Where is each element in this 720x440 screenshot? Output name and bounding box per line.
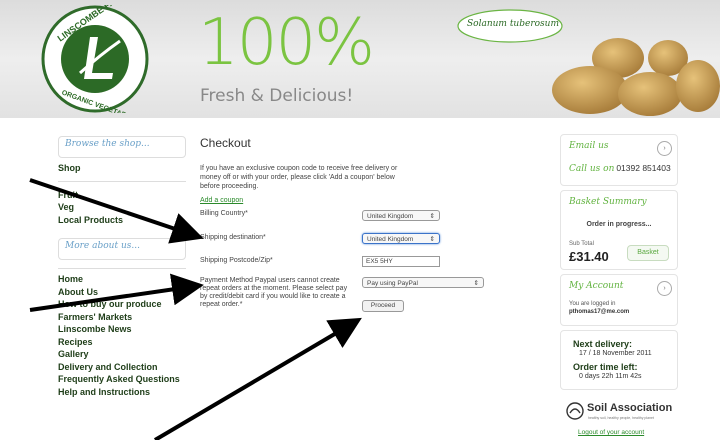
postcode-label: Shipping Postcode/Zip* — [200, 257, 273, 264]
subtotal-label: Sub Total — [569, 241, 594, 247]
email-arrow-icon[interactable]: › — [657, 141, 672, 156]
basket-summary-box: Basket Summary Order in progress... Sub … — [560, 190, 678, 270]
order-status: Order in progress... — [586, 221, 652, 228]
coupon-intro: If you have an exclusive coupon code to … — [200, 165, 398, 190]
nav-farmers-markets[interactable]: Farmers' Markets — [58, 311, 186, 324]
payment-method-value: Pay using PayPal — [367, 280, 418, 287]
phone-number: 01392 851403 — [616, 163, 671, 173]
nav-linscombe-news[interactable]: Linscombe News — [58, 323, 186, 336]
logout-link[interactable]: Logout of your account — [578, 429, 644, 436]
nav-veg[interactable]: Veg — [58, 201, 186, 214]
tagline: Fresh & Delicious! — [200, 86, 354, 106]
nav-about-us[interactable]: About Us — [58, 286, 186, 299]
checkout-panel: Checkout If you have an exclusive coupon… — [200, 136, 530, 326]
payment-method-label: Payment Method Paypal users cannot creat… — [200, 277, 348, 308]
billing-country-label: Billing Country* — [200, 210, 248, 217]
nav-fruit[interactable]: Fruit — [58, 189, 186, 202]
postcode-input[interactable]: EX5 5HY — [362, 256, 440, 267]
order-time-left: 0 days 22h 11m 42s — [579, 373, 642, 380]
chevron-down-icon: ⇕ — [473, 280, 479, 287]
contact-box: Email us › Call us on 01392 851403 — [560, 134, 678, 186]
next-delivery-date: 17 / 18 November 2011 — [579, 350, 652, 357]
nav-delivery[interactable]: Delivery and Collection — [58, 361, 186, 374]
divider — [58, 180, 186, 182]
delivery-box: Next delivery: 17 / 18 November 2011 Ord… — [560, 330, 678, 390]
shipping-destination-value: United Kingdom — [367, 236, 414, 243]
nav-recipes[interactable]: Recipes — [58, 336, 186, 349]
farm-logo[interactable]: LINSCOMBE FARM ORGANIC VEGETABLES — [40, 5, 150, 113]
soil-association-text: Soil Association — [587, 402, 673, 414]
proceed-button[interactable]: Proceed — [362, 300, 404, 312]
page-title: Checkout — [200, 136, 251, 150]
basket-summary-title: Basket Summary — [569, 197, 647, 207]
soil-association-icon — [566, 402, 584, 420]
account-arrow-icon[interactable]: › — [657, 281, 672, 296]
subtotal-value: £31.40 — [569, 249, 609, 264]
email-us-label[interactable]: Email us — [569, 141, 609, 151]
add-coupon-link[interactable]: Add a coupon — [200, 197, 530, 204]
billing-country-value: United Kingdom — [367, 213, 414, 220]
soil-association-logo[interactable]: Soil Association healthy soil, healthy p… — [566, 400, 684, 424]
basket-button[interactable]: Basket — [627, 245, 669, 261]
nav-shop[interactable]: Shop — [58, 162, 186, 175]
user-email: pthomas17@me.com — [569, 309, 630, 315]
nav-help[interactable]: Help and Instructions — [58, 386, 186, 399]
shipping-destination-label: Shipping destination* — [200, 234, 266, 241]
divider — [58, 268, 186, 269]
call-us-label: Call us on — [569, 164, 615, 174]
more-about-box[interactable]: More about us... — [58, 238, 186, 260]
nav-local-products[interactable]: Local Products — [58, 214, 186, 227]
billing-country-select[interactable]: United Kingdom ⇕ — [362, 210, 440, 221]
potatoes-image — [552, 38, 720, 116]
nav-gallery[interactable]: Gallery — [58, 348, 186, 361]
chevron-down-icon: ⇕ — [429, 236, 435, 243]
logged-in-text: You are logged in — [569, 301, 616, 307]
order-time-label: Order time left: — [573, 362, 638, 372]
phone-line: Call us on 01392 851403 — [569, 163, 671, 174]
headline-100: 100% — [198, 6, 375, 80]
nav-how-to-buy[interactable]: How to buy our produce — [58, 298, 186, 311]
my-account-box: My Account › You are logged in pthomas17… — [560, 274, 678, 326]
site-header: LINSCOMBE FARM ORGANIC VEGETABLES 100% F… — [0, 0, 720, 118]
browse-shop-box[interactable]: Browse the shop... — [58, 136, 186, 158]
my-account-title[interactable]: My Account — [569, 281, 623, 291]
payment-method-select[interactable]: Pay using PayPal ⇕ — [362, 277, 484, 288]
next-delivery-label: Next delivery: — [573, 339, 633, 349]
nav-home[interactable]: Home — [58, 273, 186, 286]
checkout-form: Billing Country* United Kingdom ⇕ Shippi… — [200, 206, 530, 326]
shipping-destination-select[interactable]: United Kingdom ⇕ — [362, 233, 440, 244]
sidebar-nav: Browse the shop... Shop Fruit Veg Local … — [58, 136, 186, 398]
nav-faq[interactable]: Frequently Asked Questions — [58, 373, 186, 386]
chevron-down-icon: ⇕ — [429, 213, 435, 220]
soil-association-tagline: healthy soil, healthy people, healthy pl… — [588, 416, 654, 420]
